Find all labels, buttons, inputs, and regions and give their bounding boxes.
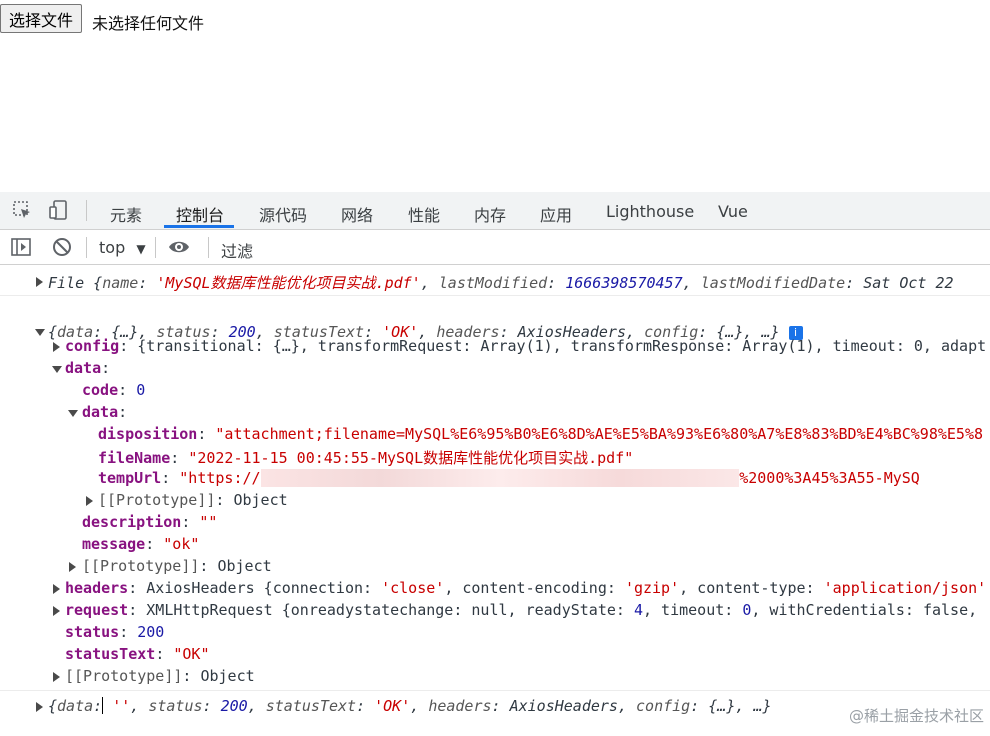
tab-sources[interactable]: 源代码 [259, 202, 307, 226]
property-disposition: disposition: "attachment;filename=MySQL%… [98, 425, 984, 443]
property-message: message: "ok" [82, 535, 200, 553]
console-row-divider [0, 295, 990, 296]
context-selector[interactable]: top ▼ [99, 238, 146, 257]
expand-arrow-icon[interactable] [69, 562, 76, 572]
expand-arrow-icon[interactable] [86, 496, 93, 506]
expand-arrow-icon[interactable] [53, 672, 60, 682]
collapse-arrow-icon[interactable] [52, 366, 62, 373]
sidebar-toggle-icon[interactable] [10, 236, 32, 258]
console-row-divider [0, 690, 990, 691]
property-data[interactable]: data: [65, 359, 110, 377]
tab-vue[interactable]: Vue [718, 202, 748, 221]
expand-arrow-icon[interactable] [53, 342, 60, 352]
console-output: File {name: 'MySQL数据库性能优化项目实战.pdf', last… [0, 265, 990, 736]
inspect-element-icon[interactable] [11, 199, 33, 221]
console-toolbar: top ▼ 过滤 [0, 230, 990, 265]
toolbar-divider [208, 237, 209, 258]
expand-arrow-icon[interactable] [36, 702, 43, 712]
choose-file-button[interactable]: 选择文件 [0, 4, 83, 33]
property-status: status: 200 [65, 623, 165, 641]
property-description: description: "" [82, 513, 218, 531]
property-filename: fileName: "2022-11-15 00:45:55-MySQL数据库性… [98, 449, 634, 467]
property-statustext: statusText: "OK" [65, 645, 210, 663]
tab-network[interactable]: 网络 [341, 202, 373, 226]
device-toolbar-icon[interactable] [48, 199, 70, 221]
console-log-file[interactable]: File {name: 'MySQL数据库性能优化项目实战.pdf', last… [48, 272, 954, 293]
tab-console[interactable]: 控制台 [176, 202, 224, 226]
expand-arrow-icon[interactable] [36, 277, 43, 287]
property-inner-data[interactable]: data: [82, 403, 127, 421]
property-headers[interactable]: headers: AxiosHeaders {connection: 'clos… [65, 579, 986, 597]
dropdown-arrow-icon: ▼ [136, 242, 146, 256]
tab-elements[interactable]: 元素 [110, 202, 142, 226]
tab-lighthouse[interactable]: Lighthouse [606, 202, 694, 221]
tab-memory[interactable]: 内存 [474, 202, 506, 226]
console-log-response-2[interactable]: {data: '', status: 200, statusText: 'OK'… [48, 697, 772, 715]
tabbar-divider [86, 200, 87, 221]
property-prototype[interactable]: [[Prototype]]: Object [65, 667, 255, 685]
tab-performance[interactable]: 性能 [408, 202, 440, 226]
devtools-tabbar: 元素 控制台 源代码 网络 性能 内存 应用 Lighthouse Vue [0, 192, 990, 230]
property-request[interactable]: request: XMLHttpRequest {onreadystatecha… [65, 601, 977, 619]
file-status-text: 未选择任何文件 [92, 14, 205, 33]
clear-console-icon[interactable] [51, 236, 73, 258]
expand-arrow-icon[interactable] [53, 606, 60, 616]
property-code: code: 0 [82, 381, 146, 399]
filter-input[interactable]: 过滤 [221, 238, 253, 262]
redacted-url: xxxxxxxxxxxxxxxxxxxxxxxxxxxxxxxxxxxxxxxx… [260, 469, 740, 487]
context-label: top [99, 238, 126, 257]
property-config[interactable]: config: {transitional: {…}, transformReq… [65, 337, 986, 355]
live-expression-eye-icon[interactable] [168, 236, 190, 258]
active-tab-indicator [164, 225, 234, 228]
collapse-arrow-icon[interactable] [35, 329, 45, 336]
property-prototype[interactable]: [[Prototype]]: Object [82, 557, 272, 575]
property-tempurl: tempUrl: "https://xxxxxxxxxxxxxxxxxxxxxx… [98, 469, 920, 487]
toolbar-divider [155, 237, 156, 258]
tab-application[interactable]: 应用 [540, 202, 572, 226]
property-prototype[interactable]: [[Prototype]]: Object [98, 491, 288, 509]
collapse-arrow-icon[interactable] [68, 410, 78, 417]
page-area: 选择文件 未选择任何文件 [0, 0, 990, 192]
toolbar-divider [86, 237, 87, 258]
watermark: @稀土掘金技术社区 [848, 707, 984, 725]
expand-arrow-icon[interactable] [53, 584, 60, 594]
devtools-panel: 元素 控制台 源代码 网络 性能 内存 应用 Lighthouse Vue to… [0, 192, 990, 736]
